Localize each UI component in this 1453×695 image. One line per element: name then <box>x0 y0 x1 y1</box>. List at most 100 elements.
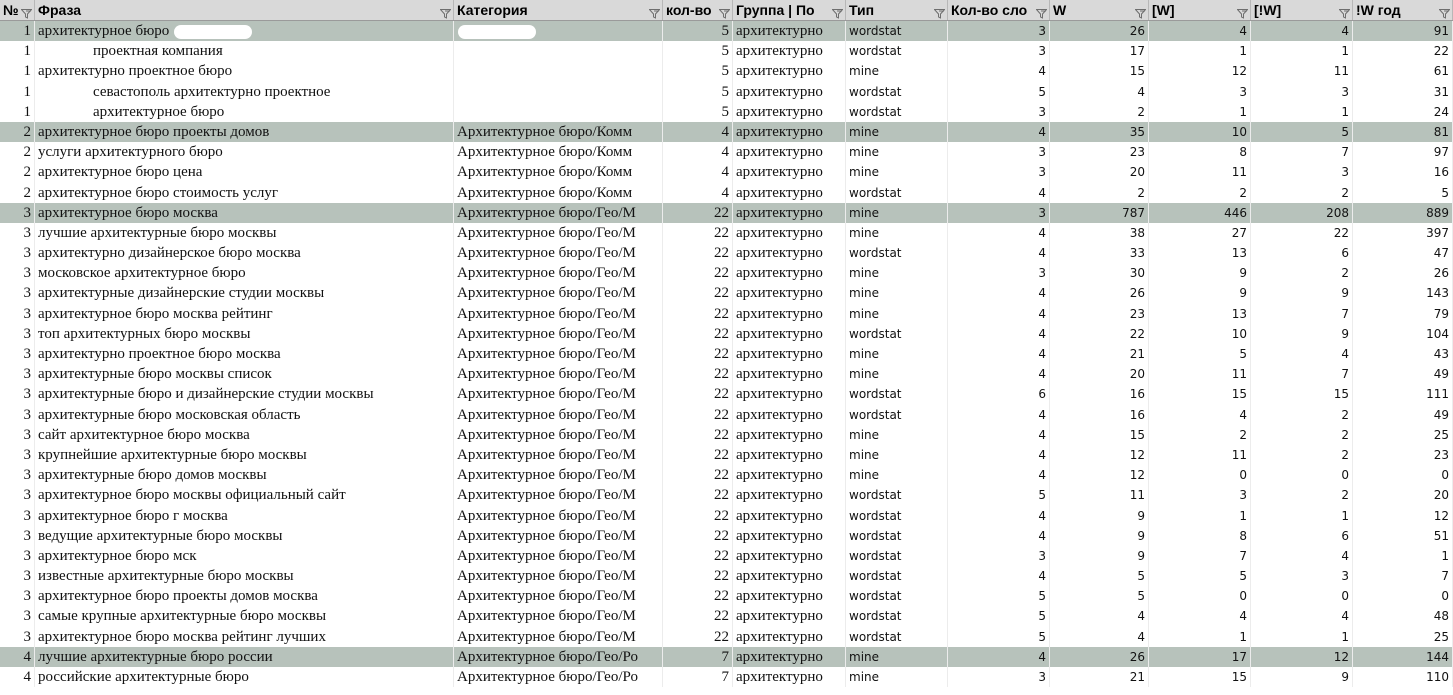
cell-phrase[interactable]: проектная компания <box>35 41 454 62</box>
cell-words[interactable]: 5 <box>948 485 1050 506</box>
cell-category[interactable]: Архитектурное бюро/Гео/М <box>454 566 663 587</box>
cell-words[interactable]: 4 <box>948 303 1050 324</box>
cell-w[interactable]: 33 <box>1050 243 1149 264</box>
cell-count[interactable]: 22 <box>663 344 733 365</box>
cell-group[interactable]: архитектурно <box>733 646 846 667</box>
cell-wbx[interactable]: 9 <box>1251 323 1353 344</box>
cell-wyear[interactable]: 889 <box>1353 202 1453 223</box>
cell-words[interactable]: 5 <box>948 626 1050 647</box>
cell-category[interactable]: Архитектурное бюро/Комм <box>454 142 663 163</box>
cell-n[interactable]: 3 <box>0 323 35 344</box>
cell-phrase[interactable]: архитектурные бюро и дизайнерские студии… <box>35 384 454 405</box>
cell-w[interactable]: 4 <box>1050 81 1149 102</box>
cell-count[interactable]: 5 <box>663 81 733 102</box>
cell-n[interactable]: 1 <box>0 41 35 62</box>
cell-count[interactable]: 7 <box>663 667 733 688</box>
cell-wyear[interactable]: 49 <box>1353 364 1453 385</box>
cell-wyear[interactable]: 91 <box>1353 21 1453 42</box>
cell-wbx[interactable]: 208 <box>1251 202 1353 223</box>
cell-phrase[interactable]: лучшие архитектурные бюро москвы <box>35 222 454 244</box>
cell-words[interactable]: 5 <box>948 81 1050 102</box>
cell-category[interactable]: Архитектурное бюро/Гео/М <box>454 525 663 546</box>
cell-wbx[interactable]: 7 <box>1251 142 1353 163</box>
cell-category[interactable]: Архитектурное бюро/Гео/М <box>454 384 663 405</box>
cell-wyear[interactable]: 24 <box>1353 101 1453 122</box>
column-header-group[interactable]: Группа | По <box>733 0 846 21</box>
cell-category[interactable]: Архитектурное бюро/Гео/М <box>454 243 663 264</box>
cell-wyear[interactable]: 49 <box>1353 404 1453 425</box>
cell-phrase[interactable]: архитектурное бюро москвы официальный са… <box>35 485 454 506</box>
cell-group[interactable]: архитектурно <box>733 586 846 607</box>
cell-w[interactable]: 9 <box>1050 505 1149 526</box>
cell-words[interactable]: 4 <box>948 323 1050 344</box>
cell-count[interactable]: 22 <box>663 545 733 567</box>
cell-wyear[interactable]: 25 <box>1353 424 1453 445</box>
cell-category[interactable]: Архитектурное бюро/Комм <box>454 121 663 143</box>
cell-n[interactable]: 3 <box>0 606 35 627</box>
cell-w[interactable]: 22 <box>1050 323 1149 344</box>
cell-phrase[interactable]: крупнейшие архитектурные бюро москвы <box>35 444 454 466</box>
cell-wbx[interactable]: 1 <box>1251 505 1353 526</box>
cell-w[interactable]: 12 <box>1050 465 1149 486</box>
cell-wb[interactable]: 11 <box>1149 162 1251 183</box>
cell-wbx[interactable]: 4 <box>1251 545 1353 567</box>
cell-type[interactable]: wordstat <box>846 21 948 42</box>
cell-type[interactable]: wordstat <box>846 606 948 627</box>
cell-wb[interactable]: 446 <box>1149 202 1251 223</box>
filter-icon[interactable] <box>648 4 661 19</box>
cell-w[interactable]: 23 <box>1050 303 1149 324</box>
cell-category[interactable]: Архитектурное бюро/Гео/М <box>454 323 663 344</box>
filter-icon[interactable] <box>1438 4 1451 19</box>
cell-group[interactable]: архитектурно <box>733 545 846 567</box>
filter-icon[interactable] <box>1338 4 1351 19</box>
cell-n[interactable]: 3 <box>0 586 35 607</box>
cell-phrase[interactable]: топ архитектурных бюро москвы <box>35 323 454 344</box>
cell-n[interactable]: 1 <box>0 81 35 102</box>
cell-wyear[interactable]: 16 <box>1353 162 1453 183</box>
cell-wb[interactable]: 17 <box>1149 646 1251 667</box>
cell-n[interactable]: 2 <box>0 142 35 163</box>
cell-count[interactable]: 4 <box>663 182 733 203</box>
cell-type[interactable]: mine <box>846 424 948 445</box>
cell-wbx[interactable]: 3 <box>1251 81 1353 102</box>
cell-wb[interactable]: 7 <box>1149 545 1251 567</box>
cell-wyear[interactable]: 143 <box>1353 283 1453 304</box>
cell-wbx[interactable]: 4 <box>1251 606 1353 627</box>
cell-wyear[interactable]: 0 <box>1353 586 1453 607</box>
cell-count[interactable]: 22 <box>663 303 733 324</box>
cell-wbx[interactable]: 15 <box>1251 384 1353 405</box>
cell-wyear[interactable]: 47 <box>1353 243 1453 264</box>
cell-words[interactable]: 3 <box>948 101 1050 122</box>
cell-category[interactable]: Архитектурное бюро/Гео/М <box>454 545 663 567</box>
cell-group[interactable]: архитектурно <box>733 344 846 365</box>
cell-wyear[interactable]: 5 <box>1353 182 1453 203</box>
cell-w[interactable]: 15 <box>1050 61 1149 82</box>
cell-count[interactable]: 22 <box>663 485 733 506</box>
cell-phrase[interactable]: услуги архитектурного бюро <box>35 142 454 163</box>
cell-group[interactable]: архитектурно <box>733 81 846 102</box>
cell-wbx[interactable]: 1 <box>1251 101 1353 122</box>
cell-wbx[interactable]: 1 <box>1251 626 1353 647</box>
cell-type[interactable]: wordstat <box>846 41 948 62</box>
cell-wyear[interactable]: 81 <box>1353 121 1453 143</box>
cell-type[interactable]: mine <box>846 465 948 486</box>
cell-wb[interactable]: 11 <box>1149 444 1251 466</box>
cell-n[interactable]: 3 <box>0 283 35 304</box>
cell-n[interactable]: 3 <box>0 626 35 647</box>
cell-wb[interactable]: 10 <box>1149 121 1251 143</box>
cell-w[interactable]: 4 <box>1050 606 1149 627</box>
cell-n[interactable]: 3 <box>0 444 35 466</box>
cell-wb[interactable]: 11 <box>1149 364 1251 385</box>
cell-n[interactable]: 3 <box>0 202 35 223</box>
cell-w[interactable]: 17 <box>1050 41 1149 62</box>
cell-words[interactable]: 4 <box>948 444 1050 466</box>
cell-count[interactable]: 22 <box>663 263 733 284</box>
cell-count[interactable]: 22 <box>663 525 733 546</box>
cell-group[interactable]: архитектурно <box>733 404 846 425</box>
cell-wyear[interactable]: 7 <box>1353 566 1453 587</box>
cell-category[interactable] <box>454 101 663 122</box>
cell-w[interactable]: 9 <box>1050 545 1149 567</box>
cell-w[interactable]: 12 <box>1050 444 1149 466</box>
cell-n[interactable]: 3 <box>0 485 35 506</box>
cell-type[interactable]: wordstat <box>846 545 948 567</box>
